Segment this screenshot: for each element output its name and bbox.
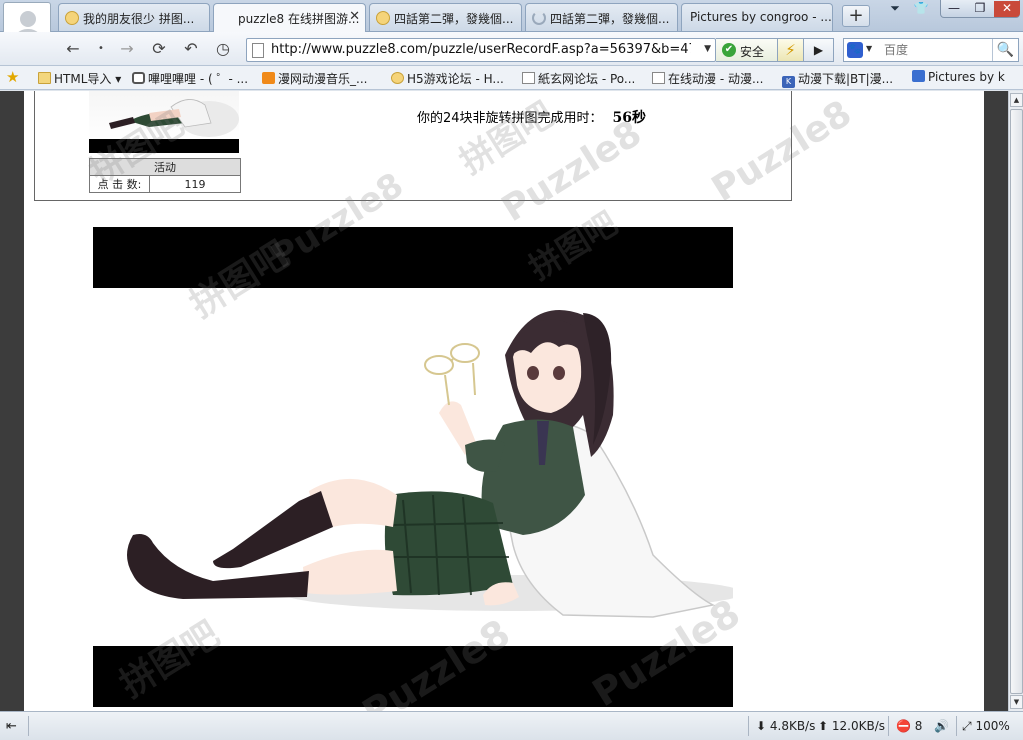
zoom-control[interactable]: ⤢ 100% [962, 719, 1010, 734]
folder-icon [38, 72, 51, 84]
security-indicator[interactable]: ✔ 安全 [716, 38, 778, 62]
tab-1[interactable]: 我的朋友很少 拼图... [58, 3, 210, 31]
history-clock-icon[interactable]: ◷ [212, 39, 234, 59]
completion-message: 你的24块非旋转拼图完成用时： 56秒 [417, 107, 646, 127]
bookmarks-bar: ★ HTML导入 ▾ 嗶哩嗶哩 - ( ゜- ... 漫网动漫音乐_... H5… [0, 66, 1023, 90]
orange-site-icon [262, 72, 275, 84]
close-window-button[interactable]: ✕ [994, 1, 1020, 17]
search-icon[interactable]: 🔍 [992, 39, 1018, 61]
clicks-value: 119 [149, 175, 241, 193]
zoom-icon: ⤢ [962, 719, 972, 733]
browser-window: 我的朋友很少 拼图... puzzle8 在线拼图游... ✕ 四話第二彈，發幾… [0, 0, 1023, 740]
tab-label: 四話第二彈，發幾個... [550, 12, 670, 26]
scroll-up-arrow-icon[interactable]: ▲ [1010, 93, 1023, 107]
favorites-star-icon[interactable]: ★ [6, 68, 19, 86]
puzzle-image[interactable] [93, 295, 743, 635]
completion-text: 你的24块非旋转拼图完成用时： [417, 111, 603, 126]
back-arrow-icon[interactable]: ← [62, 39, 84, 59]
tab-label: Pictures by congroo - ... [690, 10, 832, 24]
stats-header: 活动 [89, 158, 241, 176]
new-tab-button[interactable]: + [842, 5, 870, 27]
clicks-label: 点 击 数: [89, 175, 150, 193]
tab-label: puzzle8 在线拼图游... [238, 12, 360, 26]
page-icon [252, 43, 264, 58]
upload-speed: ⬆ 12.0KB/s [818, 719, 885, 733]
refresh-icon[interactable]: ⟳ [148, 39, 170, 59]
thumbnail-caption-bar [89, 139, 239, 153]
tab-5[interactable]: Pictures by congroo - ... [681, 3, 833, 31]
image-top-bar [93, 227, 733, 288]
status-bar: ⇤ ⬇ 4.8KB/s ⬆ 12.0KB/s ⛔ 8 🔊 ⤢ 100% [0, 711, 1023, 740]
stats-table: 活动 点 击 数: 119 [89, 158, 241, 193]
bookmark-item[interactable]: 在线动漫 - 动漫... [652, 70, 763, 87]
page-viewport: 活动 点 击 数: 119 你的24块非旋转拼图完成用时： 56秒 拼图吧 拼图… [0, 91, 1008, 711]
search-input[interactable] [884, 43, 984, 57]
image-bottom-bar [93, 646, 733, 707]
skin-shirt-icon[interactable]: 👕 [912, 0, 930, 18]
search-box: 🐾 ▼ 🔍 [843, 38, 1019, 62]
close-tab-icon[interactable]: ✕ [349, 9, 360, 24]
chat-balloon-icon [376, 11, 390, 25]
address-bar[interactable]: http://www.puzzle8.com/puzzle/userRecord… [246, 38, 716, 62]
go-button[interactable]: ▶ [804, 38, 834, 62]
navigation-bar: ← • → ⟳ ↶ ◷ http://www.puzzle8.com/puzzl… [0, 32, 1023, 66]
download-speed: ⬇ 4.8KB/s [756, 719, 816, 733]
bookmark-item[interactable]: HTML导入 ▾ [38, 70, 121, 87]
window-controls: — ❐ ✕ [940, 0, 1020, 18]
right-margin [984, 91, 1008, 711]
page-content: 活动 点 击 数: 119 你的24块非旋转拼图完成用时： 56秒 拼图吧 拼图… [24, 91, 984, 711]
secure-label: 安全 [740, 45, 765, 59]
check-shield-icon: ✔ [722, 43, 736, 57]
bookmark-item[interactable]: K 动漫下载|BT|漫... [782, 70, 893, 88]
tab-3[interactable]: 四話第二彈，發幾個... [369, 3, 522, 31]
tab-label: 四話第二彈，發幾個... [394, 12, 514, 26]
balloon-icon [391, 72, 404, 84]
page-icon [652, 72, 665, 84]
adblock-icon: ⛔ [896, 719, 911, 733]
baidu-paw-icon[interactable]: 🐾 [847, 42, 863, 58]
left-margin [0, 91, 24, 711]
adblock-counter[interactable]: ⛔ 8 [896, 719, 922, 733]
url-text[interactable]: http://www.puzzle8.com/puzzle/userRecord… [271, 42, 691, 57]
record-panel: 活动 点 击 数: 119 你的24块非旋转拼图完成用时： 56秒 [34, 91, 792, 201]
bookmark-item[interactable]: H5游戏论坛 - H... [391, 70, 504, 87]
bookmark-item[interactable]: Pictures by k [912, 70, 1005, 84]
loading-icon [532, 11, 546, 25]
bookmark-item[interactable]: 漫网动漫音乐_... [262, 70, 367, 87]
bookmark-item[interactable]: 嗶哩嗶哩 - ( ゜- ... [132, 70, 248, 87]
tab-strip: 我的朋友很少 拼图... puzzle8 在线拼图游... ✕ 四話第二彈，發幾… [0, 0, 1023, 33]
completion-time: 56秒 [612, 110, 647, 126]
bookmark-item[interactable]: 紙玄网论坛 - Po... [522, 70, 635, 87]
vertical-scrollbar[interactable]: ▲ ▼ [1008, 91, 1023, 711]
scroll-down-arrow-icon[interactable]: ▼ [1010, 695, 1023, 709]
tab-label: 我的朋友很少 拼图... [83, 12, 195, 26]
blue-site-icon [912, 70, 925, 82]
restore-button[interactable]: ❐ [967, 1, 993, 15]
tab-menu-icon[interactable]: ⏷ [888, 0, 902, 18]
tv-icon [132, 72, 145, 84]
tab-4[interactable]: 四話第二彈，發幾個... [525, 3, 678, 31]
chat-balloon-icon [65, 11, 79, 25]
tag-icon: K [782, 76, 795, 88]
chevron-down-icon[interactable]: ▼ [704, 44, 711, 54]
volume-icon[interactable]: 🔊 [934, 719, 949, 733]
sidebar-toggle-icon[interactable]: ⇤ [6, 719, 17, 734]
dot-icon[interactable]: • [90, 39, 112, 59]
scrollbar-thumb[interactable] [1010, 109, 1023, 694]
forward-arrow-icon[interactable]: → [116, 39, 138, 59]
puzzle-thumbnail[interactable] [89, 91, 239, 139]
undo-icon[interactable]: ↶ [180, 39, 202, 59]
engine-dropdown-icon[interactable]: ▼ [866, 44, 872, 53]
page-icon [522, 72, 535, 84]
tab-2-active[interactable]: puzzle8 在线拼图游... ✕ [213, 3, 366, 33]
speed-mode-button[interactable]: ⚡ [778, 38, 804, 62]
minimize-button[interactable]: — [941, 1, 967, 15]
